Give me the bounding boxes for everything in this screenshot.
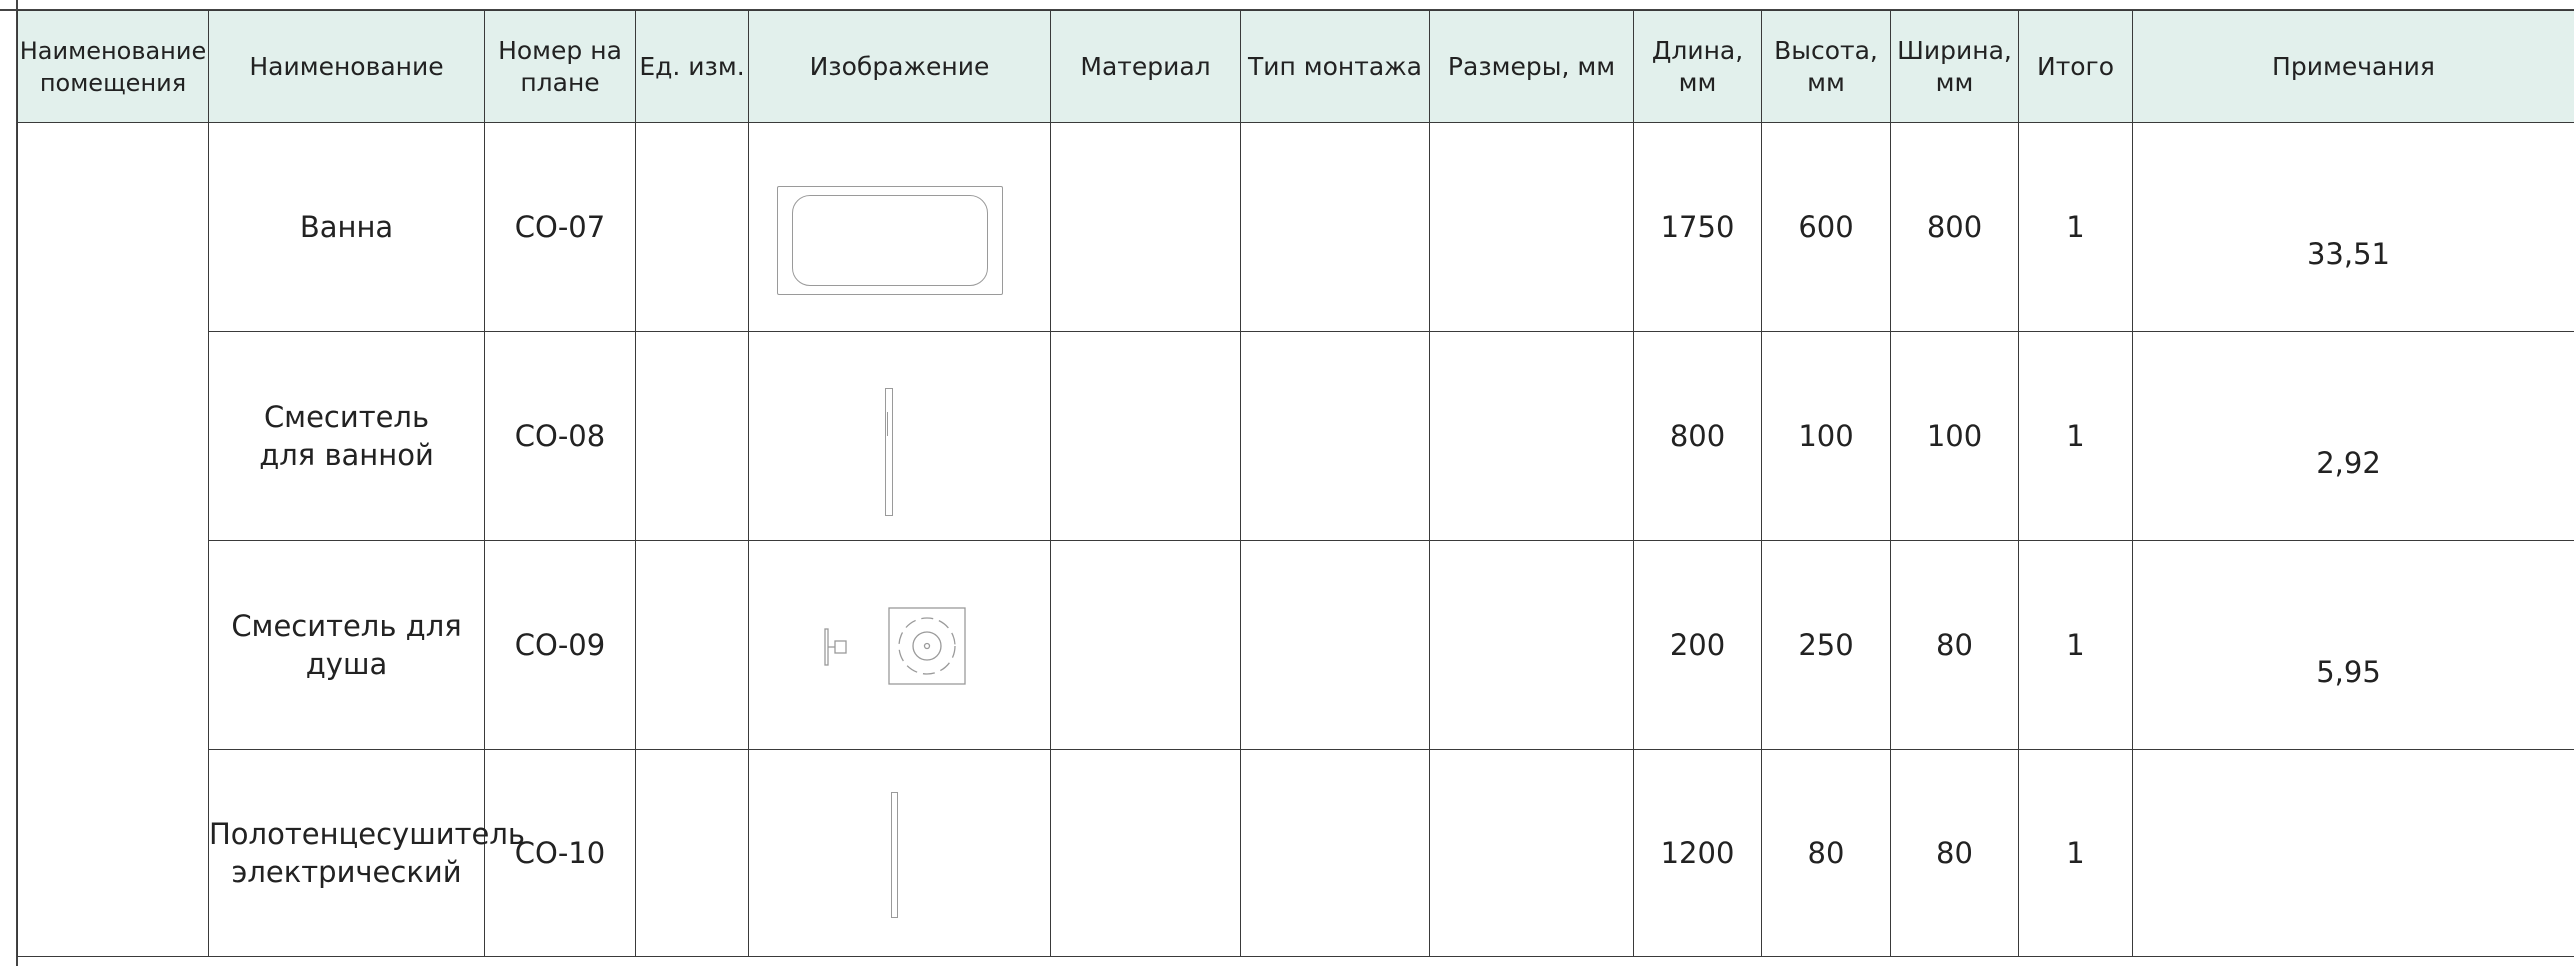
item-material bbox=[1050, 331, 1241, 541]
table-row: Ванна СО-07 1750 600 800 1 33,51 bbox=[17, 122, 2574, 957]
item-image bbox=[748, 540, 1051, 750]
col-material: Материал bbox=[1050, 10, 1241, 123]
item-image bbox=[748, 122, 1051, 332]
item-total: 1 bbox=[2018, 122, 2133, 332]
header-row: Наименование помещения Наименование Номе… bbox=[17, 10, 2574, 123]
item-total: 1 bbox=[2018, 331, 2133, 541]
item-width: 80 bbox=[1890, 749, 2019, 957]
item-code: СО-09 bbox=[484, 540, 636, 750]
shower-mixer-icon bbox=[824, 607, 966, 685]
col-width: Ширина, мм bbox=[1890, 10, 2019, 123]
item-code: СО-08 bbox=[484, 331, 636, 541]
col-image: Изображение bbox=[748, 10, 1051, 123]
item-note: 33,51 bbox=[2132, 122, 2574, 332]
item-material bbox=[1050, 122, 1241, 332]
item-dims bbox=[1429, 749, 1634, 957]
bath-mixer-icon bbox=[885, 388, 893, 516]
item-mount bbox=[1240, 540, 1430, 750]
item-mount bbox=[1240, 122, 1430, 332]
item-height: 100 bbox=[1761, 331, 1891, 541]
item-image bbox=[748, 749, 1051, 957]
item-name: Смеситель для душа bbox=[208, 540, 485, 750]
item-mount bbox=[1240, 331, 1430, 541]
item-code: СО-10 bbox=[484, 749, 636, 957]
col-unit: Ед. изм. bbox=[635, 10, 749, 123]
item-name: Полотенцесушитель электрический bbox=[208, 749, 525, 957]
item-total: 1 bbox=[2018, 749, 2133, 957]
col-dimensions: Размеры, мм bbox=[1429, 10, 1634, 123]
col-plan-number: Номер на плане bbox=[484, 10, 636, 123]
item-length: 200 bbox=[1633, 540, 1762, 750]
item-height: 600 bbox=[1761, 122, 1891, 332]
table-row: Полотенцесушитель электрический СО-10 12… bbox=[18, 749, 2574, 957]
table-row: Смеситель для ванной СО-08 800 100 100 1… bbox=[18, 331, 2574, 541]
item-unit bbox=[635, 749, 749, 957]
item-note: 5,95 bbox=[2132, 540, 2574, 750]
bathtub-icon bbox=[777, 186, 1003, 295]
item-total: 1 bbox=[2018, 540, 2133, 750]
item-note: 2,92 bbox=[2132, 331, 2574, 541]
towel-warmer-icon bbox=[891, 792, 898, 918]
room-name-cell bbox=[17, 122, 209, 957]
item-unit bbox=[635, 122, 749, 332]
item-note-text: 5,95 bbox=[2316, 655, 2381, 689]
item-name: Ванна bbox=[208, 122, 485, 332]
bath-mixer-handle-icon bbox=[887, 412, 891, 436]
item-length: 800 bbox=[1633, 331, 1762, 541]
spec-sheet: Наименование помещения Наименование Номе… bbox=[0, 0, 2574, 966]
item-unit bbox=[635, 540, 749, 750]
item-code: СО-07 bbox=[484, 122, 636, 332]
col-notes: Примечания bbox=[2132, 10, 2574, 123]
item-dims bbox=[1429, 331, 1634, 541]
item-note-text: 33,51 bbox=[2306, 237, 2391, 271]
equipment-table: Наименование помещения Наименование Номе… bbox=[17, 10, 2574, 957]
item-material bbox=[1050, 540, 1241, 750]
col-height: Высота, мм bbox=[1761, 10, 1891, 123]
item-height: 80 bbox=[1761, 749, 1891, 957]
item-height: 250 bbox=[1761, 540, 1891, 750]
item-dims bbox=[1429, 122, 1634, 332]
table-row: Смеситель для душа СО-09 200 250 80 1 5,… bbox=[18, 540, 2574, 750]
col-room: Наименование помещения bbox=[17, 10, 209, 123]
item-note-text: 2,92 bbox=[2316, 446, 2381, 480]
item-name: Смеситель для ванной bbox=[208, 331, 485, 541]
item-material bbox=[1050, 749, 1241, 957]
item-note bbox=[2132, 749, 2574, 957]
item-width: 100 bbox=[1890, 331, 2019, 541]
item-unit bbox=[635, 331, 749, 541]
item-dims bbox=[1429, 540, 1634, 750]
col-mount-type: Тип монтажа bbox=[1240, 10, 1430, 123]
col-name: Наименование bbox=[208, 10, 485, 123]
item-width: 80 bbox=[1890, 540, 2019, 750]
item-image bbox=[748, 331, 1051, 541]
item-length: 1750 bbox=[1633, 122, 1762, 332]
col-length: Длина, мм bbox=[1633, 10, 1762, 123]
item-width: 800 bbox=[1890, 122, 2019, 332]
col-total: Итого bbox=[2018, 10, 2133, 123]
item-length: 1200 bbox=[1633, 749, 1762, 957]
item-mount bbox=[1240, 749, 1430, 957]
